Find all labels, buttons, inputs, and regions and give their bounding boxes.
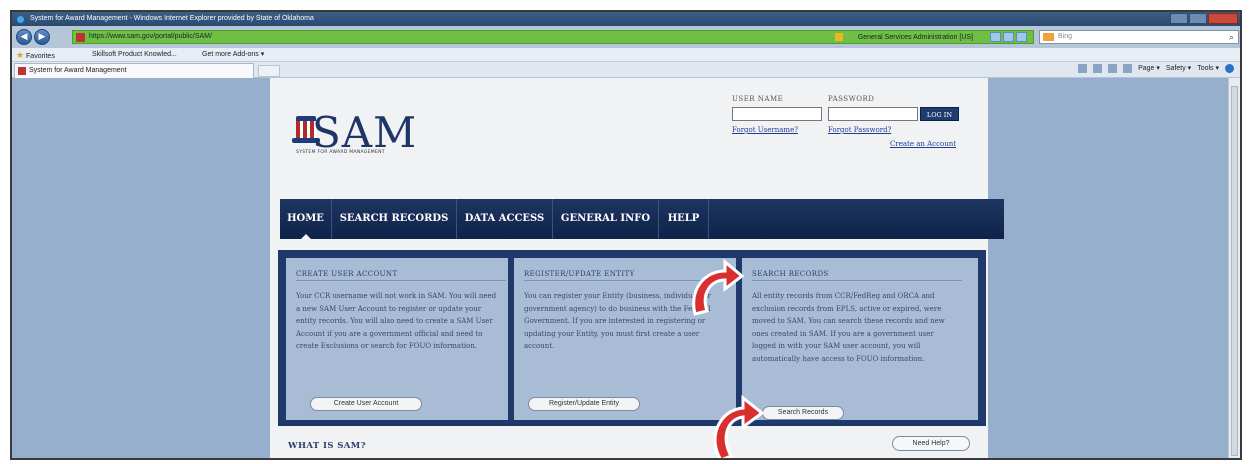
mail-icon[interactable] bbox=[1108, 64, 1118, 73]
column-body: Your CCR username will not work in SAM. … bbox=[296, 292, 497, 350]
search-placeholder: Bing bbox=[1058, 33, 1073, 40]
login-form: USER NAME PASSWORD LOG IN Forgot Usernam… bbox=[722, 95, 972, 175]
password-label: PASSWORD bbox=[828, 95, 875, 103]
feeds-icon[interactable] bbox=[1093, 64, 1103, 73]
safety-menu[interactable]: Safety ▾ bbox=[1166, 64, 1191, 73]
window-title: System for Award Management - Windows In… bbox=[30, 15, 314, 22]
column-body: All entity records from CCR/FedReg and O… bbox=[752, 292, 945, 363]
favorites-bar: ★ Favorites Skillsoft Product Knowled...… bbox=[12, 48, 1240, 62]
favorites-item[interactable]: Get more Add-ons ▾ bbox=[202, 48, 264, 62]
window-controls bbox=[1169, 13, 1238, 24]
browser-tab[interactable]: System for Award Management bbox=[14, 63, 254, 78]
nav-search-records[interactable]: SEARCH RECORDS bbox=[332, 199, 457, 239]
tab-favicon-icon bbox=[18, 67, 26, 75]
login-button[interactable]: LOG IN bbox=[920, 107, 959, 121]
page-viewport: SAM SYSTEM FOR AWARD MANAGEMENT USER NAM… bbox=[12, 78, 1240, 458]
search-records-button[interactable]: Search Records bbox=[762, 406, 844, 420]
minimize-button[interactable] bbox=[1170, 13, 1188, 24]
close-button[interactable] bbox=[1208, 13, 1238, 24]
main-nav: HOME SEARCH RECORDS DATA ACCESS GENERAL … bbox=[280, 199, 1004, 239]
address-bar: ◀ ▶ https://www.sam.gov/portal/public/SA… bbox=[12, 26, 1240, 48]
nav-help[interactable]: HELP bbox=[659, 199, 709, 239]
lock-icon[interactable] bbox=[835, 33, 843, 41]
column-heading: SEARCH RECORDS bbox=[752, 270, 962, 281]
username-field[interactable] bbox=[732, 107, 822, 121]
create-account-link[interactable]: Create an Account bbox=[890, 140, 956, 148]
tab-title: System for Award Management bbox=[29, 67, 127, 74]
new-tab-button[interactable] bbox=[258, 65, 280, 77]
what-is-sam-heading: WHAT IS SAM? bbox=[288, 441, 366, 451]
favorites-item[interactable]: Skillsoft Product Knowled... bbox=[92, 48, 177, 62]
nav-data-access[interactable]: DATA ACCESS bbox=[457, 199, 553, 239]
url-text: https://www.sam.gov/portal/public/SAM/ bbox=[89, 33, 212, 40]
back-button[interactable]: ◀ bbox=[16, 29, 32, 45]
forgot-password-link[interactable]: Forgot Password? bbox=[828, 126, 891, 134]
window-titlebar: System for Award Management - Windows In… bbox=[12, 12, 1240, 26]
logo-subtitle: SYSTEM FOR AWARD MANAGEMENT bbox=[296, 150, 385, 155]
forward-button[interactable]: ▶ bbox=[34, 29, 50, 45]
nav-home[interactable]: HOME bbox=[280, 199, 332, 239]
action-panel: CREATE USER ACCOUNT Your CCR username wi… bbox=[278, 250, 986, 426]
nav-general-info[interactable]: GENERAL INFO bbox=[553, 199, 659, 239]
command-bar: Page ▾ Safety ▾ Tools ▾ bbox=[1078, 64, 1234, 73]
search-icon[interactable]: ⌕ bbox=[1229, 31, 1234, 43]
tools-menu[interactable]: Tools ▾ bbox=[1197, 64, 1219, 73]
stop-icon[interactable] bbox=[1016, 32, 1027, 42]
search-records-column: SEARCH RECORDS All entity records from C… bbox=[742, 258, 978, 420]
curved-arrow-icon bbox=[692, 259, 745, 316]
forgot-username-link[interactable]: Forgot Username? bbox=[732, 126, 798, 134]
scrollbar-thumb[interactable] bbox=[1231, 86, 1238, 456]
home-icon[interactable] bbox=[1078, 64, 1088, 73]
refresh-icon[interactable] bbox=[1003, 32, 1014, 42]
url-field[interactable]: https://www.sam.gov/portal/public/SAM/ G… bbox=[72, 30, 1034, 44]
maximize-button[interactable] bbox=[1189, 13, 1207, 24]
tab-bar: System for Award Management Page ▾ Safet… bbox=[12, 62, 1240, 78]
vertical-scrollbar[interactable] bbox=[1228, 78, 1240, 458]
print-icon[interactable] bbox=[1123, 64, 1133, 73]
page-menu[interactable]: Page ▾ bbox=[1138, 64, 1160, 73]
need-help-button[interactable]: Need Help? bbox=[892, 436, 970, 451]
bing-icon bbox=[1043, 33, 1054, 41]
site-favicon-icon bbox=[76, 33, 85, 42]
ie-logo-icon bbox=[16, 15, 25, 24]
sam-page: SAM SYSTEM FOR AWARD MANAGEMENT USER NAM… bbox=[270, 78, 1004, 458]
password-field[interactable] bbox=[828, 107, 918, 121]
create-account-column: CREATE USER ACCOUNT Your CCR username wi… bbox=[286, 258, 508, 420]
search-input[interactable]: Bing ⌕ bbox=[1039, 30, 1239, 44]
help-icon[interactable] bbox=[1225, 64, 1234, 73]
register-update-entity-button[interactable]: Register/Update Entity bbox=[528, 397, 640, 411]
browser-window: System for Award Management - Windows In… bbox=[10, 10, 1242, 460]
certificate-label[interactable]: General Services Administration [US] bbox=[858, 32, 973, 44]
create-user-account-button[interactable]: Create User Account bbox=[310, 397, 422, 411]
curved-arrow-icon bbox=[713, 394, 765, 458]
compatibility-icon[interactable] bbox=[990, 32, 1001, 42]
column-heading: CREATE USER ACCOUNT bbox=[296, 270, 506, 281]
star-icon: ★ bbox=[16, 50, 25, 60]
username-label: USER NAME bbox=[732, 95, 784, 103]
